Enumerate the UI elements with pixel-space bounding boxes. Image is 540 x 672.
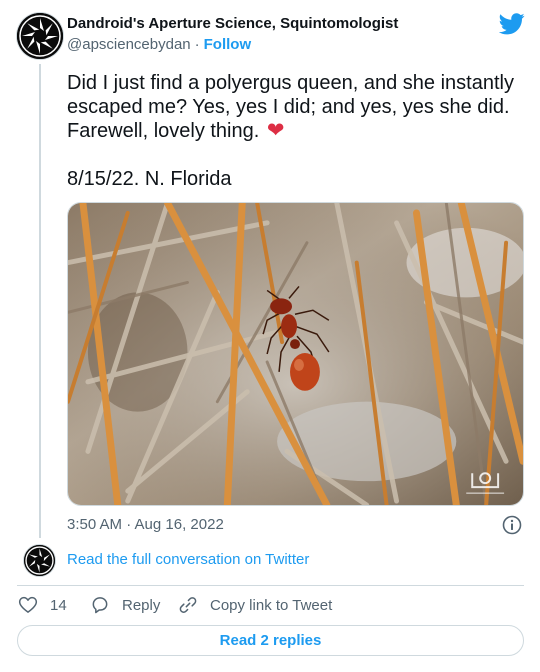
avatar-logo <box>17 13 63 59</box>
thread-line <box>38 64 41 538</box>
author-handle[interactable]: @apsciencebydan <box>67 36 191 53</box>
tweet-date-line: 8/15/22. N. Florida <box>67 168 232 190</box>
like-button[interactable]: 14 <box>18 594 67 616</box>
ant-photo-illustration <box>68 203 523 505</box>
author-avatar-small[interactable] <box>24 545 55 576</box>
heart-icon <box>18 596 38 613</box>
divider <box>17 585 524 586</box>
tweet-text-line: Farewell, lovely thing. ❤ <box>67 119 527 143</box>
like-count: 14 <box>50 596 67 614</box>
author-handle-row: @apsciencebydan · Follow <box>67 36 251 53</box>
red-heart-emoji: ❤ <box>266 119 285 142</box>
twitter-bird-icon[interactable] <box>499 13 525 35</box>
author-avatar[interactable] <box>17 13 63 59</box>
tweet-text: Did I just find a polyergus queen, and s… <box>67 71 527 191</box>
tweet-timestamp[interactable]: 3:50 AM · Aug 16, 2022 <box>67 516 224 533</box>
reply-bubble-icon <box>92 597 108 614</box>
author-display-name[interactable]: Dandroid's Aperture Science, Squintomolo… <box>67 15 398 32</box>
reply-label: Reply <box>122 596 161 614</box>
tweet-text-line: escaped me? Yes, yes I did; and yes, yes… <box>67 96 510 118</box>
info-icon[interactable] <box>502 515 522 535</box>
read-full-conversation-link[interactable]: Read the full conversation on Twitter <box>67 551 309 568</box>
copy-link-button[interactable]: Copy link to Tweet <box>178 594 332 616</box>
tweet-text-segment: Farewell, lovely thing. <box>67 120 260 142</box>
tweet-text-line: Did I just find a polyergus queen, and s… <box>67 72 514 94</box>
reply-button[interactable]: Reply <box>90 594 160 616</box>
link-icon <box>179 597 197 613</box>
tweet-photo[interactable] <box>67 202 524 506</box>
avatar-logo <box>24 545 55 576</box>
read-replies-label: Read 2 replies <box>219 632 322 649</box>
separator-dot: · <box>194 36 200 53</box>
read-replies-button[interactable]: Read 2 replies <box>17 625 524 656</box>
follow-link[interactable]: Follow <box>204 36 252 53</box>
copy-link-label: Copy link to Tweet <box>210 596 333 614</box>
